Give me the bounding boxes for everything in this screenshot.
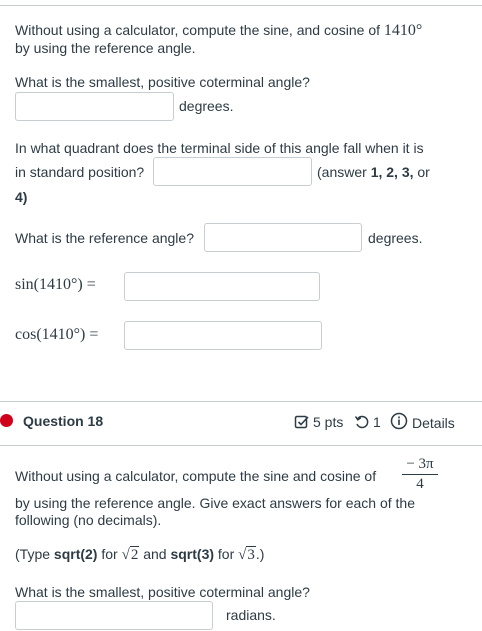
q18-intro-line3: following (no decimals). xyxy=(15,512,162,528)
q18-status-dot xyxy=(0,414,13,427)
q18-sqrt2-radicand: 2 xyxy=(129,546,140,563)
q17-coterminal-input[interactable] xyxy=(15,92,174,121)
q18-type-and: and xyxy=(143,546,167,562)
q17-sin-input[interactable] xyxy=(124,272,320,301)
q17-reference-unit: degrees. xyxy=(368,230,423,246)
q18-coterminal-prompt: What is the smallest, positive cotermina… xyxy=(15,584,310,600)
q17-intro-text: Without using a calculator, compute the … xyxy=(15,22,380,38)
q18-fraction: − 3π 4 xyxy=(400,456,440,493)
q18-intro-line1: Without using a calculator, compute the … xyxy=(15,468,377,484)
q17-intro-angle: 1410° xyxy=(383,22,423,39)
info-icon xyxy=(390,412,408,433)
edit-check-icon xyxy=(294,414,310,433)
q18-header-bottom-border xyxy=(0,445,482,446)
q18-frac-num: − 3π xyxy=(406,456,434,472)
q17-hint-pre: (answer xyxy=(317,164,367,180)
q17-intro-line2: by using the reference angle. xyxy=(15,40,196,56)
q17-cos-input[interactable] xyxy=(124,321,322,350)
q18-type-for2: for xyxy=(217,546,235,562)
q18-header-top-border xyxy=(0,401,482,402)
q18-type-for: for xyxy=(101,546,118,562)
q18-points: 5 pts xyxy=(313,414,344,430)
top-divider xyxy=(0,5,482,6)
q18-coterminal-unit: radians. xyxy=(226,607,276,623)
q17-quadrant-hint-last: 4) xyxy=(15,189,28,205)
q18-title: Question 18 xyxy=(23,413,104,429)
q17-sin-label: sin(1410°) = xyxy=(15,276,96,293)
q17-hint-or: or xyxy=(417,164,430,180)
q17-coterminal-unit: degrees. xyxy=(179,98,234,114)
q18-details-label: Details xyxy=(412,415,455,431)
q18-type-sqrt3: sqrt(3) xyxy=(170,546,215,562)
q18-sqrt3-radicand: 3 xyxy=(246,546,256,563)
q17-quadrant-prompt-line2: in standard position? xyxy=(15,164,145,180)
q18-type-end: .) xyxy=(255,546,265,562)
q17-coterminal-prompt: What is the smallest, positive cotermina… xyxy=(15,74,310,90)
q17-quadrant-input[interactable] xyxy=(153,157,312,186)
q17-cos-label: cos(1410°) = xyxy=(15,326,99,343)
q17-quadrant-prompt-line1: In what quadrant does the terminal side … xyxy=(15,140,424,156)
q18-sqrt2-symbol: √2 xyxy=(121,546,140,563)
q18-frac-bar xyxy=(402,474,438,475)
q18-attempts: 1 xyxy=(373,414,381,430)
q18-coterminal-input[interactable] xyxy=(15,601,213,630)
q17-reference-input[interactable] xyxy=(204,223,362,252)
q17-hint-nums: 1, 2, 3, xyxy=(370,164,414,180)
q17-reference-prompt: What is the reference angle? xyxy=(15,230,194,246)
q18-sqrt3-symbol: √3 xyxy=(238,546,256,563)
q18-type-sqrt2: sqrt(2) xyxy=(53,546,98,562)
q18-frac-den: 4 xyxy=(416,476,424,492)
q18-type-hint: (Type sqrt(2) for √2 and sqrt(3) for √3.… xyxy=(15,544,264,565)
q18-type-pre: (Type xyxy=(15,546,51,562)
retry-icon xyxy=(354,414,370,433)
q17-quadrant-hint: (answer 1, 2, 3, or xyxy=(317,162,430,182)
